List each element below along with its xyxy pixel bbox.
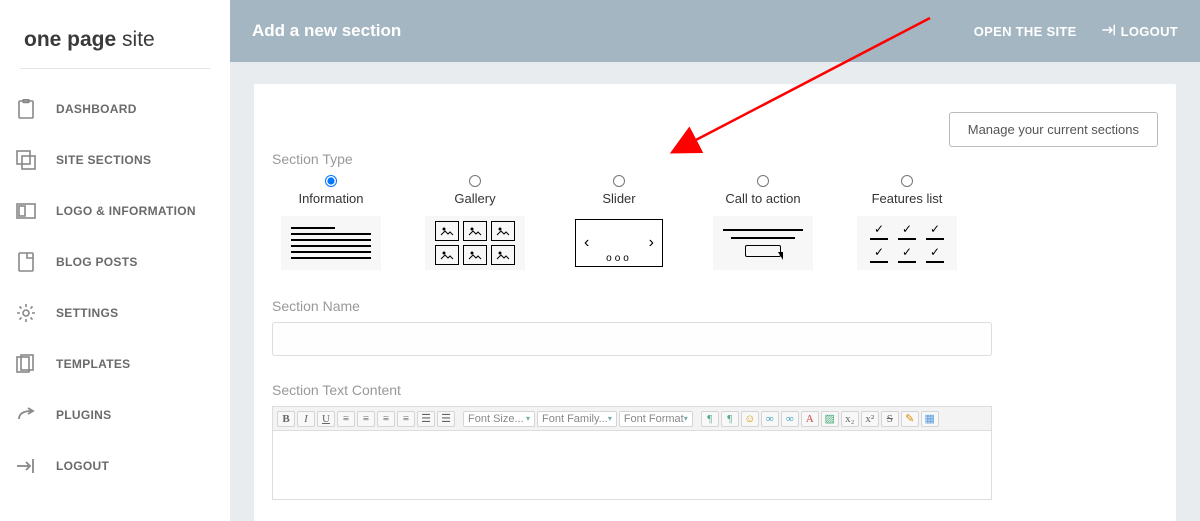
color-button[interactable]: A <box>801 411 819 427</box>
form-card: Manage your current sections Section Typ… <box>254 84 1176 521</box>
copy-icon <box>14 148 38 172</box>
sidebar-nav: DASHBOARD SITE SECTIONS LOGO & INFORMATI… <box>0 77 230 491</box>
type-visual-slider: ‹ › ooo <box>569 216 669 270</box>
page-title: Add a new section <box>252 21 401 41</box>
gear-icon <box>14 301 38 325</box>
type-visual-information <box>281 216 381 270</box>
header-bar: Add a new section OPEN THE SITE LOGOUT <box>230 0 1200 62</box>
outdent-button[interactable]: ¶ <box>721 411 739 427</box>
section-name-label: Section Name <box>272 294 1158 322</box>
align-right-button[interactable]: ≡ <box>377 411 395 427</box>
type-visual-cta <box>713 216 813 270</box>
header-logout-link[interactable]: LOGOUT <box>1101 24 1178 39</box>
unlink-button[interactable]: ∞ <box>781 411 799 427</box>
type-option-slider[interactable]: Slider ‹ › ooo <box>560 175 678 270</box>
brand-bold: one page <box>24 28 116 51</box>
rich-editor: B I U ≡ ≡ ≡ ≡ ☰ ☰ Font Size...▾ Font Fam… <box>272 406 992 500</box>
type-option-cta[interactable]: Call to action <box>704 175 822 270</box>
sup-button[interactable]: x² <box>861 411 879 427</box>
type-label: Information <box>272 191 390 206</box>
chevron-left-icon: ‹ <box>584 234 589 252</box>
nav-site-sections[interactable]: SITE SECTIONS <box>14 134 230 185</box>
logout-icon <box>1101 24 1117 39</box>
type-label: Gallery <box>416 191 534 206</box>
font-family-select[interactable]: Font Family...▾ <box>537 411 617 427</box>
chevron-right-icon: › <box>649 234 654 252</box>
nav-dashboard[interactable]: DASHBOARD <box>14 83 230 134</box>
editor-toolbar: B I U ≡ ≡ ≡ ≡ ☰ ☰ Font Size...▾ Font Fam… <box>272 406 992 430</box>
table-button[interactable]: ▦ <box>921 411 939 427</box>
nav-label: SETTINGS <box>56 306 118 320</box>
list-ol-button[interactable]: ☰ <box>417 411 435 427</box>
type-label: Slider <box>560 191 678 206</box>
nav-label: DASHBOARD <box>56 102 137 116</box>
open-site-link[interactable]: OPEN THE SITE <box>974 24 1077 39</box>
clear-button[interactable]: ✎ <box>901 411 919 427</box>
type-label: Features list <box>848 191 966 206</box>
font-size-select[interactable]: Font Size...▾ <box>463 411 535 427</box>
section-text-label: Section Text Content <box>272 378 1158 406</box>
underline-button[interactable]: U <box>317 411 335 427</box>
radio-information[interactable] <box>325 175 337 187</box>
radio-slider[interactable] <box>613 175 625 187</box>
clipboard-icon <box>14 97 38 121</box>
slider-dots-icon: ooo <box>606 253 632 264</box>
brand-divider <box>20 68 210 69</box>
nav-label: LOGOUT <box>56 459 109 473</box>
italic-button[interactable]: I <box>297 411 315 427</box>
type-option-information[interactable]: Information <box>272 175 390 270</box>
section-name-input[interactable] <box>272 322 992 356</box>
type-visual-gallery <box>425 216 525 270</box>
font-format-select[interactable]: Font Format▾ <box>619 411 693 427</box>
nav-settings[interactable]: SETTINGS <box>14 287 230 338</box>
nav-logout[interactable]: LOGOUT <box>14 440 230 491</box>
emoji-button[interactable]: ☺ <box>741 411 759 427</box>
radio-cta[interactable] <box>757 175 769 187</box>
manage-sections-button[interactable]: Manage your current sections <box>949 112 1158 147</box>
type-label: Call to action <box>704 191 822 206</box>
nav-plugins[interactable]: PLUGINS <box>14 389 230 440</box>
radio-gallery[interactable] <box>469 175 481 187</box>
document-icon <box>14 250 38 274</box>
sidebar: one page site DASHBOARD SITE SECTIONS LO… <box>0 0 230 521</box>
nav-blog[interactable]: BLOG POSTS <box>14 236 230 287</box>
nav-label: TEMPLATES <box>56 357 130 371</box>
nav-logo[interactable]: LOGO & INFORMATION <box>14 185 230 236</box>
bold-button[interactable]: B <box>277 411 295 427</box>
align-center-button[interactable]: ≡ <box>357 411 375 427</box>
rectangle-icon <box>14 199 38 223</box>
brand-title: one page site <box>0 0 230 68</box>
radio-features[interactable] <box>901 175 913 187</box>
align-justify-button[interactable]: ≡ <box>397 411 415 427</box>
align-left-button[interactable]: ≡ <box>337 411 355 427</box>
nav-label: BLOG POSTS <box>56 255 138 269</box>
header-logout-label: LOGOUT <box>1121 24 1178 39</box>
editor-textarea[interactable] <box>272 430 992 500</box>
strike-button[interactable]: S <box>881 411 899 427</box>
nav-templates[interactable]: TEMPLATES <box>14 338 230 389</box>
files-icon <box>14 352 38 376</box>
section-type-label: Section Type <box>272 147 1158 175</box>
indent-button[interactable]: ¶ <box>701 411 719 427</box>
brand-rest: site <box>116 28 155 51</box>
type-visual-features: ✓ ✓ ✓ ✓ ✓ ✓ <box>857 216 957 270</box>
nav-label: SITE SECTIONS <box>56 153 151 167</box>
logout-icon <box>14 454 38 478</box>
nav-label: LOGO & INFORMATION <box>56 204 196 218</box>
link-button[interactable]: ∞ <box>761 411 779 427</box>
share-icon <box>14 403 38 427</box>
type-option-features[interactable]: Features list ✓ ✓ ✓ ✓ ✓ ✓ <box>848 175 966 270</box>
section-type-row: Information Gallery <box>272 175 1158 270</box>
main-area: Manage your current sections Section Typ… <box>230 62 1200 521</box>
image-button[interactable]: ▨ <box>821 411 839 427</box>
type-option-gallery[interactable]: Gallery <box>416 175 534 270</box>
sub-button[interactable]: x₂ <box>841 411 859 427</box>
list-ul-button[interactable]: ☰ <box>437 411 455 427</box>
nav-label: PLUGINS <box>56 408 111 422</box>
